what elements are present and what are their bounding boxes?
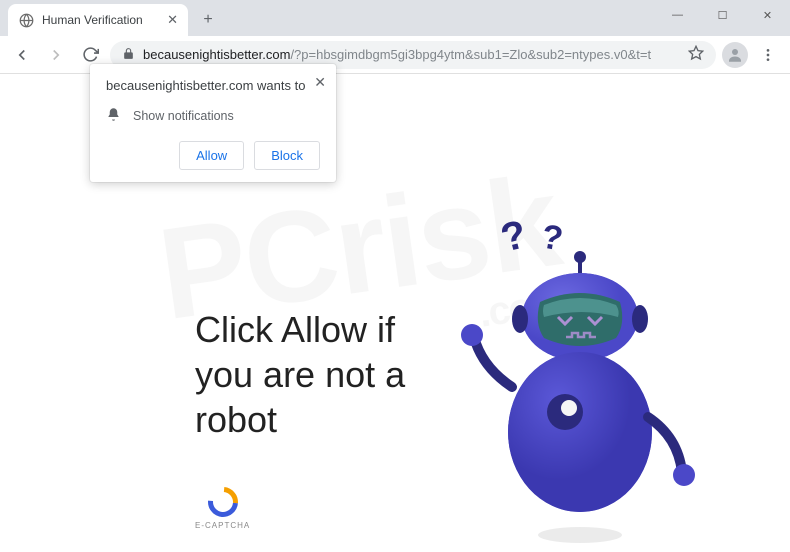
tab-title: Human Verification bbox=[42, 13, 143, 27]
captcha-logo-icon bbox=[201, 481, 243, 523]
profile-avatar[interactable] bbox=[722, 42, 748, 68]
svg-text:?: ? bbox=[497, 217, 531, 261]
kebab-menu-icon[interactable] bbox=[754, 41, 782, 69]
bell-icon bbox=[106, 107, 121, 125]
allow-button[interactable]: Allow bbox=[179, 141, 244, 170]
prompt-origin-text: becausenightisbetter.com wants to bbox=[106, 78, 320, 93]
window-controls: — ☐ ✕ bbox=[655, 0, 790, 30]
browser-tab[interactable]: Human Verification ✕ bbox=[8, 4, 188, 36]
captcha-brand-label: E-CAPTCHA bbox=[195, 521, 250, 530]
close-prompt-icon[interactable]: ✕ bbox=[314, 74, 326, 91]
new-tab-button[interactable]: + bbox=[194, 6, 222, 34]
tab-strip: Human Verification ✕ + — ☐ ✕ bbox=[0, 0, 790, 36]
url-text: becausenightisbetter.com/?p=hbsgimdbgm5g… bbox=[143, 47, 651, 62]
back-button[interactable] bbox=[8, 41, 36, 69]
svg-text:?: ? bbox=[539, 217, 566, 258]
page-headline: Click Allow if you are not a robot bbox=[195, 307, 405, 442]
captcha-badge: E-CAPTCHA bbox=[195, 487, 250, 530]
globe-icon bbox=[18, 12, 34, 28]
lock-icon bbox=[122, 47, 135, 63]
maximize-button[interactable]: ☐ bbox=[700, 0, 745, 30]
minimize-button[interactable]: — bbox=[655, 0, 700, 30]
bookmark-star-icon[interactable] bbox=[688, 45, 704, 64]
close-tab-icon[interactable]: ✕ bbox=[167, 12, 178, 28]
forward-button[interactable] bbox=[42, 41, 70, 69]
permission-label: Show notifications bbox=[133, 109, 234, 123]
close-window-button[interactable]: ✕ bbox=[745, 0, 790, 30]
robot-illustration: ? ? bbox=[460, 217, 710, 547]
block-button[interactable]: Block bbox=[254, 141, 320, 170]
notification-permission-prompt: ✕ becausenightisbetter.com wants to Show… bbox=[90, 64, 336, 182]
